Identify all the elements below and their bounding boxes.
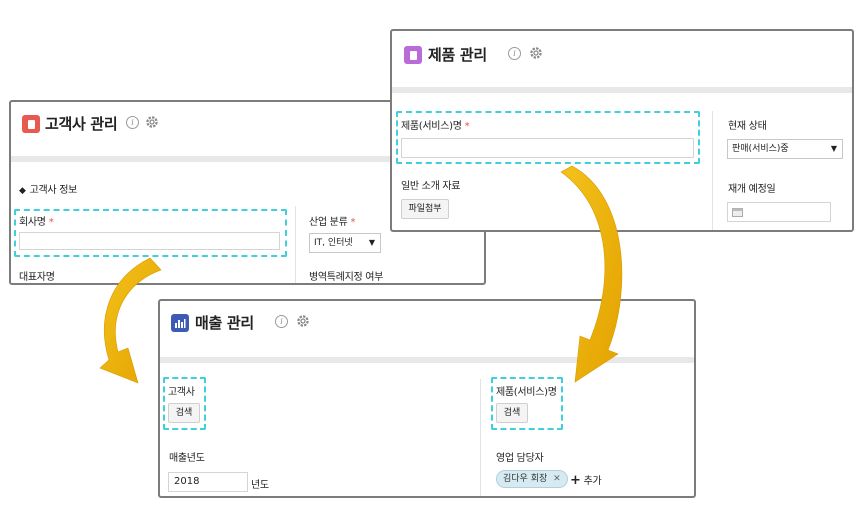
customer-search-button[interactable]: 검색 (168, 403, 200, 423)
company-name-input[interactable] (19, 232, 280, 250)
info-icon[interactable]: i (508, 47, 521, 60)
representative-label: 대표자명 (19, 272, 55, 283)
product-name-input[interactable] (401, 138, 694, 158)
bar-chart-icon (175, 319, 186, 328)
column-divider (295, 206, 296, 283)
header-divider (392, 87, 852, 93)
attach-file-button[interactable]: 파일첨부 (401, 199, 449, 219)
gear-icon[interactable] (296, 314, 310, 328)
sales-manager-chip: 김다우 회장 ✕ (496, 470, 568, 488)
product-management-window: 제품 관리 i 제품(서비스)명 * 현재 상태 판매(서비스)중 ▼ 일반 소개… (390, 29, 854, 232)
intro-material-label: 일반 소개 자료 (401, 181, 461, 192)
current-status-select[interactable]: 판매(서비스)중 ▼ (727, 139, 843, 159)
close-icon[interactable]: ✕ (553, 474, 561, 484)
customer-label: 고객사 (168, 387, 195, 398)
customer-app-icon (22, 115, 40, 133)
restock-date-label: 재개 예정일 (728, 184, 776, 195)
industry-label: 산업 분류 * (309, 217, 356, 228)
window-title: 매출 관리 (195, 314, 254, 332)
sales-year-label: 매출년도 (169, 453, 205, 464)
year-suffix-label: 년도 (251, 480, 269, 491)
chevron-down-icon: ▼ (368, 238, 375, 247)
chevron-down-icon: ▼ (830, 144, 837, 153)
info-icon[interactable]: i (275, 315, 288, 328)
header-divider (160, 357, 694, 363)
gear-icon[interactable] (145, 115, 159, 129)
current-status-label: 현재 상태 (728, 121, 767, 132)
sales-app-icon (171, 314, 189, 332)
plus-icon: + (570, 473, 581, 488)
product-app-icon (404, 46, 422, 64)
military-service-label: 병역특례지정 여부 (309, 272, 384, 283)
sales-manager-label: 영업 담당자 (496, 453, 544, 464)
section-label: ◆ 고객사 정보 (19, 185, 78, 196)
info-icon[interactable]: i (126, 116, 139, 129)
column-divider (480, 379, 481, 496)
calendar-icon (732, 208, 743, 217)
product-search-button[interactable]: 검색 (496, 403, 528, 423)
column-divider (712, 111, 713, 230)
product-name-label: 제품(서비스)명 * (401, 121, 470, 132)
company-name-label: 회사명 * (19, 217, 54, 228)
restock-date-input[interactable] (727, 202, 831, 222)
product-name-label: 제품(서비스)명 (496, 387, 557, 398)
gear-icon[interactable] (529, 46, 543, 60)
sales-management-window: 매출 관리 i 고객사 검색 제품(서비스)명 검색 매출년도 2018 년도 … (158, 299, 696, 498)
industry-select[interactable]: IT, 인터넷 ▼ (309, 233, 381, 253)
window-title: 제품 관리 (428, 46, 487, 64)
sales-year-input[interactable]: 2018 (168, 472, 248, 492)
window-title: 고객사 관리 (45, 115, 118, 133)
add-manager-button[interactable]: + 추가 (570, 472, 602, 488)
